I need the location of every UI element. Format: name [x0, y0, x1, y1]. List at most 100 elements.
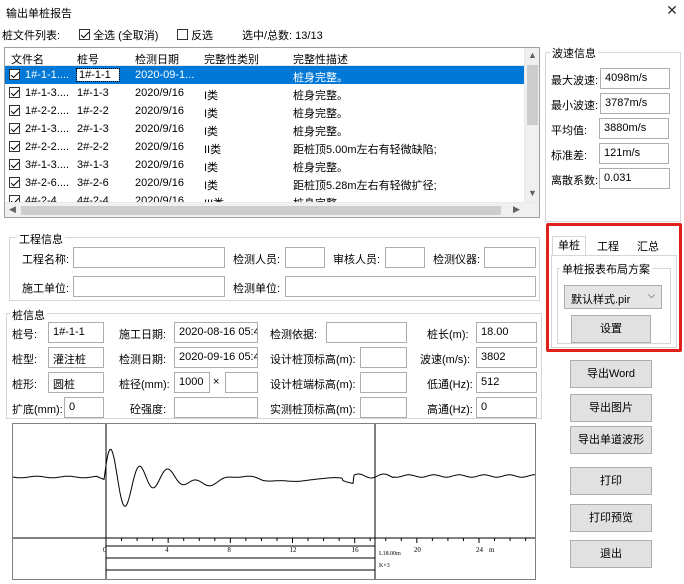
top-elevation-field[interactable] — [360, 347, 407, 368]
invert-label: 反选 — [191, 30, 214, 42]
row-category: II类 — [204, 144, 222, 156]
end-elevation-field[interactable] — [360, 372, 407, 393]
col-file[interactable]: 文件名 — [11, 51, 44, 67]
print-preview-button[interactable]: 打印预览 — [570, 504, 652, 532]
wave-info-value[interactable]: 0.031 — [599, 168, 670, 189]
row-date: 2020/9/16 — [135, 141, 184, 153]
layout-select[interactable]: 默认样式.pir ⌵ — [564, 285, 662, 309]
basis-field[interactable] — [326, 322, 407, 343]
table-row[interactable]: 1#-1-1.... 1#-1-1 2020-09-1... 桩身完整。 — [5, 66, 525, 84]
builder-field[interactable] — [73, 276, 225, 297]
exit-button[interactable]: 退出 — [570, 540, 652, 568]
export-waveform-button[interactable]: 导出单道波形 — [570, 426, 652, 454]
concrete-label: 砼强度: — [130, 404, 167, 416]
export-image-button[interactable]: 导出图片 — [570, 394, 652, 422]
lowpass-field[interactable]: 512 — [476, 372, 537, 393]
row-checkbox[interactable] — [9, 159, 20, 172]
table-row[interactable]: 3#-1-3.... 3#-1-3 2020/9/16 I类 桩身完整。 — [5, 156, 525, 174]
row-desc: 桩身完整。 — [293, 90, 348, 102]
scroll-down-icon[interactable]: ▼ — [528, 188, 537, 198]
diameter-field[interactable]: 1000 — [174, 372, 210, 393]
instrument-field[interactable] — [484, 247, 536, 268]
close-icon[interactable]: ✕ — [664, 2, 680, 18]
row-pile: 1#-1-1 — [76, 68, 120, 82]
pile-no-field[interactable]: 1#-1-1 — [48, 322, 104, 343]
diameter-field-2[interactable] — [225, 372, 258, 393]
row-date: 2020/9/16 — [135, 177, 184, 189]
pile-length-field[interactable]: 18.00 — [476, 322, 537, 343]
checkbox-icon — [79, 29, 90, 40]
table-row[interactable]: 3#-2-6.... 3#-2-6 2020/9/16 I类 距桩顶5.28m左右有轻微… — [5, 174, 525, 192]
col-category[interactable]: 完整性类别 — [204, 51, 259, 67]
row-desc: 桩身完整。 — [293, 72, 348, 84]
tab-single-pile[interactable]: 单桩 — [552, 236, 586, 255]
table-header: 文件名 桩号 检测日期 完整性类别 完整性描述 — [5, 48, 525, 66]
pile-info-title: 桩信息 — [10, 307, 47, 323]
print-button[interactable]: 打印 — [570, 467, 652, 495]
col-pile[interactable]: 桩号 — [77, 51, 99, 67]
test-unit-field[interactable] — [285, 276, 536, 297]
waveform-chart: 0 4 8 12 16 20 24 m L18.00m K×3 — [12, 423, 536, 580]
row-file: 1#-1-1.... — [25, 69, 70, 81]
pile-type-field[interactable]: 灌注桩 — [48, 347, 104, 368]
wave-info-value[interactable]: 3880m/s — [599, 118, 669, 139]
table-row[interactable]: 2#-1-3.... 2#-1-3 2020/9/16 I类 桩身完整。 — [5, 120, 525, 138]
scroll-right-icon[interactable]: ▶ — [513, 204, 520, 215]
scroll-thumb[interactable] — [21, 206, 501, 215]
wave-info-value[interactable]: 3787m/s — [600, 93, 670, 114]
x-tick-label: 8 — [227, 546, 231, 554]
row-date: 2020/9/16 — [135, 159, 184, 171]
x-tick-label: 24 — [476, 546, 484, 554]
concrete-field[interactable] — [174, 397, 258, 418]
x-tick-label: 12 — [290, 546, 298, 554]
scroll-thumb[interactable] — [527, 65, 538, 125]
table-row[interactable]: 1#-2-2.... 1#-2-2 2020/9/16 I类 桩身完整。 — [5, 102, 525, 120]
wave-speed-field[interactable]: 3802 — [476, 347, 537, 368]
scroll-up-icon[interactable]: ▲ — [528, 50, 537, 60]
tab-summary[interactable]: 汇总 — [630, 238, 666, 257]
row-pile: 3#-1-3 — [77, 159, 109, 171]
reviewer-field[interactable] — [385, 247, 425, 268]
vertical-scrollbar[interactable]: ▲ ▼ — [524, 48, 539, 202]
test-date-field[interactable]: 2020-09-16 05:4 — [174, 347, 258, 368]
export-word-button[interactable]: 导出Word — [570, 360, 652, 388]
inspector-field[interactable] — [285, 247, 325, 268]
invert-checkbox[interactable]: 反选 — [177, 27, 213, 43]
wave-info-value[interactable]: 121m/s — [599, 143, 669, 164]
tab-project[interactable]: 工程 — [590, 238, 626, 257]
project-info-title: 工程信息 — [17, 231, 65, 247]
wave-info-title: 波速信息 — [550, 45, 598, 61]
pile-file-table[interactable]: 文件名 桩号 检测日期 完整性类别 完整性描述 1#-1-1.... 1#-1-1… — [4, 47, 540, 218]
row-file: 1#-2-2.... — [25, 105, 70, 117]
row-date: 2020-09-1... — [135, 69, 195, 81]
waveform-svg: 0 4 8 12 16 20 24 mL18.00mK×3 — [12, 424, 535, 579]
col-date[interactable]: 检测日期 — [135, 51, 179, 67]
row-date: 2020/9/16 — [135, 105, 184, 117]
table-row[interactable]: 2#-2-2.... 2#-2-2 2020/9/16 II类 距桩顶5.00m左右有轻… — [5, 138, 525, 156]
project-name-field[interactable] — [73, 247, 225, 268]
real-top-elevation-field[interactable] — [360, 397, 407, 418]
row-checkbox[interactable] — [9, 69, 20, 82]
row-checkbox[interactable] — [9, 105, 20, 118]
pile-shape-field[interactable]: 圆桩 — [48, 372, 104, 393]
select-all-checkbox[interactable]: 全选 (全取消) — [79, 27, 158, 43]
scroll-left-icon[interactable]: ◀ — [9, 204, 16, 215]
row-checkbox[interactable] — [9, 141, 20, 154]
enlarge-label: 扩底(mm): — [12, 404, 63, 416]
row-desc: 桩身完整。 — [293, 162, 348, 174]
lowpass-label: 低通(Hz): — [427, 379, 473, 391]
settings-button[interactable]: 设置 — [571, 315, 651, 343]
horizontal-scrollbar[interactable]: ◀ ▶ — [5, 202, 539, 217]
col-desc[interactable]: 完整性描述 — [293, 51, 348, 67]
row-desc: 桩身完整。 — [293, 108, 348, 120]
enlarge-field[interactable]: 0 — [64, 397, 104, 418]
table-row[interactable]: 1#-1-3.... 1#-1-3 2020/9/16 I类 桩身完整。 — [5, 84, 525, 102]
row-checkbox[interactable] — [9, 177, 20, 190]
highpass-label: 高通(Hz): — [427, 404, 473, 416]
build-date-field[interactable]: 2020-08-16 05:4 — [174, 322, 258, 343]
wave-info-label: 离散系数: — [551, 175, 599, 187]
row-checkbox[interactable] — [9, 123, 20, 136]
highpass-field[interactable]: 0 — [476, 397, 537, 418]
row-checkbox[interactable] — [9, 87, 20, 100]
wave-info-value[interactable]: 4098m/s — [600, 68, 670, 89]
